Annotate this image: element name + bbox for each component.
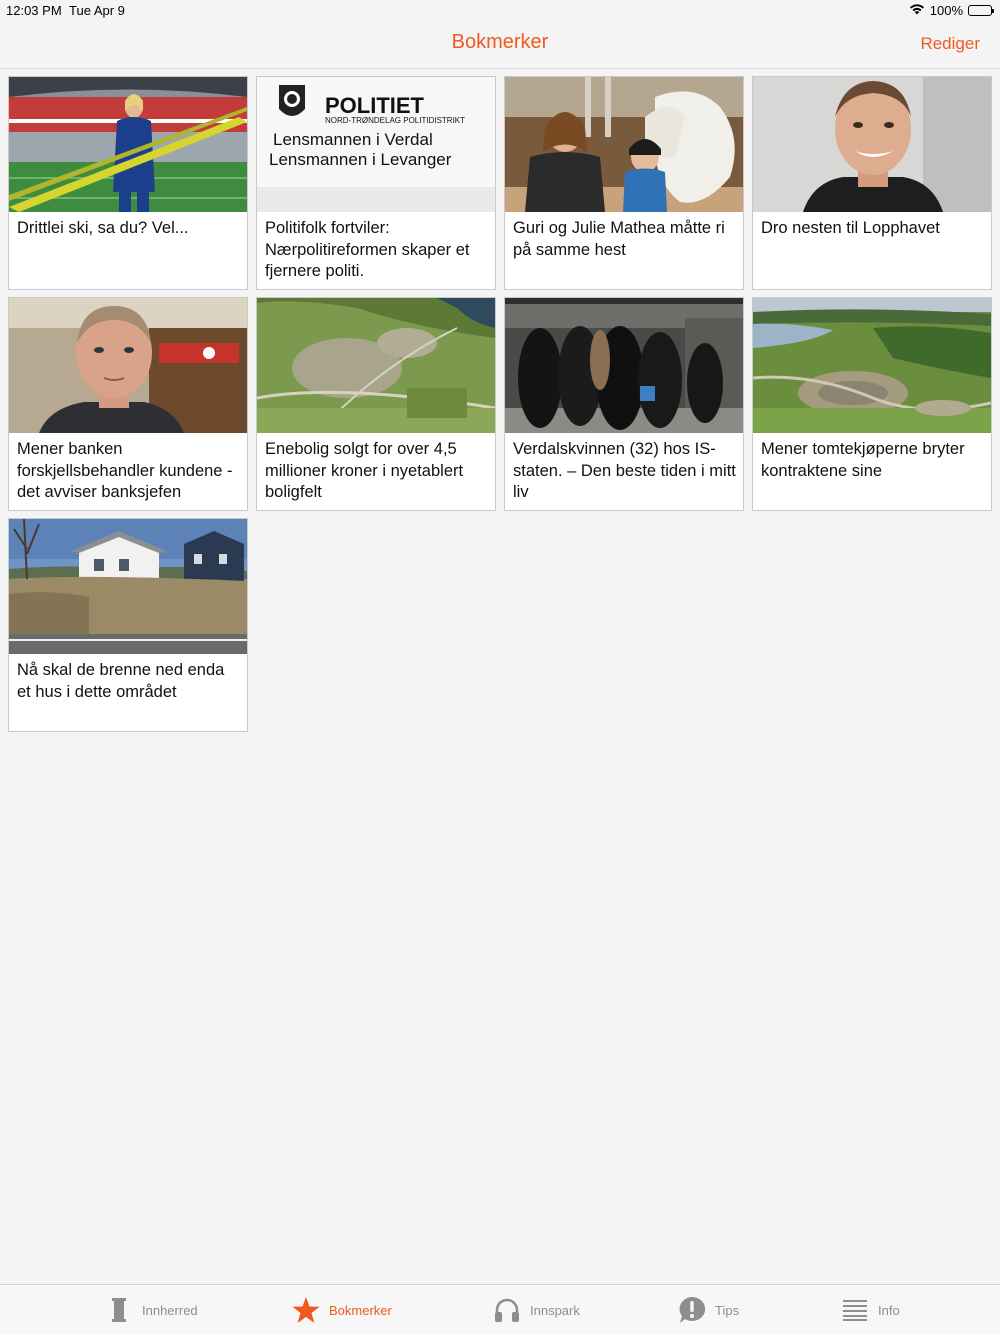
status-date: Tue Apr 9 <box>69 3 125 18</box>
star-icon <box>291 1295 321 1325</box>
status-indicators: 100% <box>909 3 994 18</box>
page-title: Bokmerker <box>451 31 549 53</box>
sign-line-levanger: Lensmannen i Levanger <box>269 150 452 169</box>
article-image-camp-crowd <box>505 298 743 433</box>
article-image-horse <box>505 77 743 212</box>
article-image-houses <box>9 519 247 654</box>
sign-line-verdal: Lensmannen i Verdal <box>273 130 433 149</box>
article-title: Drittlei ski, sa du? Vel... <box>17 219 189 237</box>
tab-innherred[interactable]: Innherred <box>104 1285 198 1334</box>
list-icon <box>840 1295 870 1325</box>
battery-icon <box>968 5 994 16</box>
tab-info[interactable]: Info <box>840 1285 900 1334</box>
sign-title: POLITIET <box>325 93 425 118</box>
article-title: Enebolig solgt for over 4,5 millioner kr… <box>265 440 464 501</box>
tab-innspark[interactable]: Innspark <box>492 1285 580 1334</box>
article-image-bank-manager <box>9 298 247 433</box>
article-card[interactable]: Mener banken forskjellsbehandler kundene… <box>8 297 248 511</box>
innherred-logo-icon <box>104 1295 134 1325</box>
article-card[interactable]: Verdalskvinnen (32) hos IS-staten. – Den… <box>504 297 744 511</box>
article-card[interactable]: Enebolig solgt for over 4,5 millioner kr… <box>256 297 496 511</box>
article-card[interactable]: Mener tomtekjøperne bryter kontraktene s… <box>752 297 992 511</box>
article-title: Nå skal de brenne ned enda et hus i dett… <box>17 661 225 701</box>
battery-percent: 100% <box>929 3 963 18</box>
article-title: Politifolk fortviler: Nærpolitireformen … <box>265 219 470 280</box>
headphones-icon <box>492 1295 522 1325</box>
article-image-police-sign: POLITIET NORD-TRØNDELAG POLITIDISTRIKT L… <box>257 77 495 212</box>
article-title: Dro nesten til Lopphavet <box>761 219 940 237</box>
article-card[interactable]: Nå skal de brenne ned enda et hus i dett… <box>8 518 248 732</box>
article-title: Verdalskvinnen (32) hos IS-staten. – Den… <box>513 440 736 501</box>
tab-label: Info <box>878 1302 900 1318</box>
article-card[interactable]: Guri og Julie Mathea måtte ri på samme h… <box>504 76 744 290</box>
tab-label: Innherred <box>142 1302 198 1318</box>
tab-bar: Innherred Bokmerker Innspark Tips Info <box>0 1284 1000 1334</box>
tab-label: Innspark <box>530 1302 580 1318</box>
tab-tips[interactable]: Tips <box>677 1285 739 1334</box>
article-image-ski-jumper <box>9 77 247 212</box>
navigation-bar: Bokmerker Rediger <box>0 20 1000 69</box>
status-time: 12:03 PM <box>6 3 62 18</box>
article-title: Guri og Julie Mathea måtte ri på samme h… <box>513 219 725 259</box>
status-bar: 12:03 PM Tue Apr 9 100% <box>0 0 1000 20</box>
sign-subtitle: NORD-TRØNDELAG POLITIDISTRIKT <box>325 116 465 125</box>
exclamation-bubble-icon <box>677 1295 707 1325</box>
article-title: Mener banken forskjellsbehandler kundene… <box>17 440 233 501</box>
wifi-icon <box>909 3 925 18</box>
edit-button[interactable]: Rediger <box>920 34 980 54</box>
article-card[interactable]: POLITIET NORD-TRØNDELAG POLITIDISTRIKT L… <box>256 76 496 290</box>
article-image-man-selfie <box>753 77 991 212</box>
article-title: Mener tomtekjøperne bryter kontraktene s… <box>761 440 965 480</box>
tab-label: Bokmerker <box>329 1302 392 1318</box>
article-card[interactable]: Dro nesten til Lopphavet <box>752 76 992 290</box>
article-image-aerial-landscape <box>753 298 991 433</box>
article-image-aerial-village <box>257 298 495 433</box>
article-card[interactable]: Drittlei ski, sa du? Vel... <box>8 76 248 290</box>
tab-bokmerker[interactable]: Bokmerker <box>291 1285 392 1334</box>
tab-label: Tips <box>715 1302 740 1318</box>
